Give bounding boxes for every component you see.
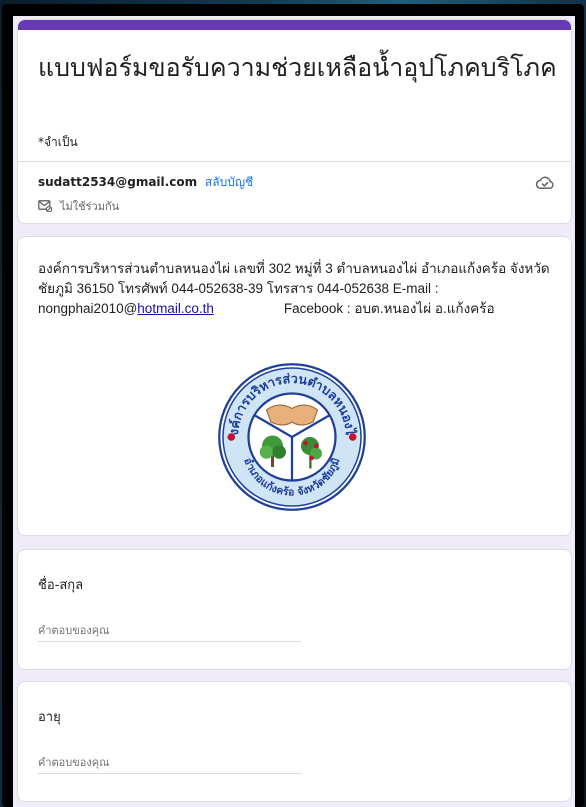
question-card-name: ชื่อ-สกุล — [17, 549, 572, 670]
switch-account-link[interactable]: สลับบัญชี — [205, 175, 253, 189]
question-label-age: อายุ — [38, 710, 61, 725]
form-title: แบบฟอร์มขอรับความช่วยเหลือน้ำอุปโภคบริโภ… — [38, 53, 557, 82]
question-card-age: อายุ — [17, 681, 572, 802]
account-row: sudatt2534@gmail.com สลับบัญชี — [38, 173, 253, 192]
description-text: องค์การบริหารส่วนตำบลหนองไผ่ เลขที่ 302 … — [38, 259, 558, 319]
not-shared-label: ไม่ใช้ร่วมกัน — [60, 200, 120, 213]
question-label-name: ชื่อ-สกุล — [38, 578, 84, 593]
divider — [18, 161, 571, 162]
email-not-shared-icon — [38, 200, 52, 212]
facebook-text: Facebook : อบต.หนองไผ่ อ.แก้งคร้อ — [283, 301, 495, 316]
required-note: *จำเป็น — [38, 135, 78, 149]
organization-logo: องค์การบริหารส่วนตำบลหนองไผ่ อำเภอแก้งคร… — [217, 362, 366, 511]
cloud-saved-icon — [535, 176, 554, 189]
name-answer-input[interactable] — [38, 619, 301, 642]
age-answer-input[interactable] — [38, 751, 301, 774]
not-shared-row: ไม่ใช้ร่วมกัน — [38, 197, 119, 215]
screen-frame: แบบฟอร์มขอรับความช่วยเหลือน้ำอุปโภคบริโภ… — [2, 4, 584, 807]
description-card: องค์การบริหารส่วนตำบลหนองไผ่ เลขที่ 302 … — [17, 236, 572, 536]
accent-bar — [18, 20, 571, 30]
email-link[interactable]: hotmail.co.th — [137, 301, 214, 316]
account-email: sudatt2534@gmail.com — [38, 175, 198, 189]
form-page: แบบฟอร์มขอรับความช่วยเหลือน้ำอุปโภคบริโภ… — [13, 16, 575, 807]
form-header-card: แบบฟอร์มขอรับความช่วยเหลือน้ำอุปโภคบริโภ… — [17, 19, 572, 224]
